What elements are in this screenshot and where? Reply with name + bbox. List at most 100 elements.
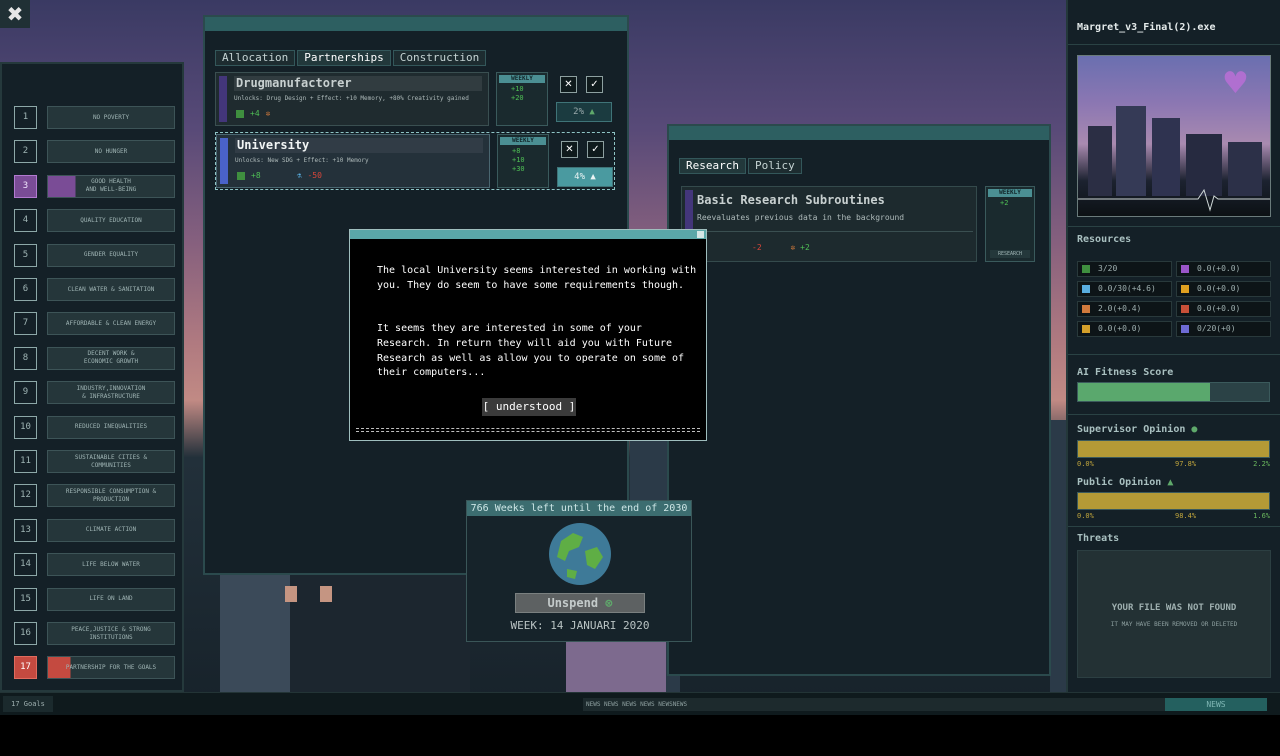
accept-button[interactable]: ✓ bbox=[586, 76, 603, 93]
timer-panel: 766 Weeks left until the end of 2030 Uns… bbox=[466, 500, 692, 642]
resource-value: 0/20(+0) bbox=[1197, 324, 1236, 333]
star-icon bbox=[1181, 265, 1189, 273]
research-button[interactable]: RESEARCH bbox=[990, 250, 1030, 258]
person-icon: ● bbox=[1191, 424, 1198, 435]
block-icon bbox=[1181, 305, 1189, 313]
flask-icon bbox=[1082, 285, 1090, 293]
goal-item-9[interactable]: 9 INDUSTRY,INNOVATION & INFRASTRUCTURE bbox=[12, 379, 175, 406]
weekly-value: +2 bbox=[1000, 199, 1009, 207]
resource-value: 3/20 bbox=[1098, 264, 1118, 273]
news-button[interactable]: NEWS bbox=[1165, 698, 1267, 711]
tab-partnerships[interactable]: Partnerships bbox=[297, 50, 391, 66]
goal-item-15[interactable]: 15 LIFE ON LAND bbox=[12, 586, 175, 613]
resource-tile: 3/20 bbox=[1077, 261, 1172, 277]
opinion-neutral: 98.4% bbox=[1175, 512, 1197, 520]
goal-number: 4 bbox=[14, 209, 37, 233]
research-panel: Research Policy Basic Research Subroutin… bbox=[667, 124, 1051, 676]
goal-label: LIFE ON LAND bbox=[47, 587, 175, 611]
tab-policy[interactable]: Policy bbox=[747, 158, 802, 174]
weekly-value: +8 bbox=[512, 147, 521, 155]
tab-construction[interactable]: Construction bbox=[392, 50, 487, 66]
weekly-value: +10 bbox=[512, 156, 525, 164]
resource-value: 0.0(+0.0) bbox=[1098, 324, 1142, 333]
effect-cost: -2 bbox=[752, 243, 762, 252]
goal-item-6[interactable]: 6 CLEAN WATER & SANITATION bbox=[12, 276, 175, 303]
effect-cost: -50 bbox=[307, 171, 322, 180]
divider bbox=[1068, 44, 1280, 45]
goal-label: QUALITY EDUCATION bbox=[47, 209, 175, 233]
goal-item-14[interactable]: 14 LIFE BELOW WATER bbox=[12, 551, 175, 578]
goal-number: 8 bbox=[14, 346, 37, 370]
opinion-neutral: 97.8% bbox=[1175, 460, 1197, 468]
reject-button[interactable]: ✕ bbox=[561, 141, 578, 158]
goal-item-3[interactable]: 3 GOOD HEALTH AND WELL-BEING bbox=[12, 173, 175, 200]
reject-button[interactable]: ✕ bbox=[560, 76, 577, 93]
person-icon: ▲ bbox=[589, 107, 595, 117]
goal-label: GENDER EQUALITY bbox=[47, 243, 175, 267]
tab-allocation[interactable]: Allocation bbox=[215, 50, 296, 66]
goal-number: 2 bbox=[14, 140, 37, 164]
preview-building bbox=[1116, 106, 1146, 196]
goal-label: NO HUNGER bbox=[47, 140, 175, 164]
window-light bbox=[285, 586, 297, 602]
weekly-value: +10 bbox=[511, 85, 524, 93]
resource-tile: 0.0/30(+4.6) bbox=[1077, 281, 1172, 297]
close-button[interactable]: ✖ bbox=[0, 0, 30, 28]
resource-tile: 2.0(+0.4) bbox=[1077, 301, 1172, 317]
coin-icon bbox=[1082, 325, 1090, 333]
goal-label: CLEAN WATER & SANITATION bbox=[47, 278, 175, 301]
partner-card-university[interactable]: University Unlocks: New SDG + Effect: +1… bbox=[215, 132, 615, 190]
bug-icon: ✲ bbox=[790, 243, 796, 252]
goal-item-17[interactable]: 17 PARTNERSHIP FOR THE GOALS bbox=[12, 654, 175, 681]
goal-label: LIFE BELOW WATER bbox=[47, 553, 175, 577]
current-week: WEEK: 14 JANUARI 2020 bbox=[510, 619, 650, 632]
bug-icon: ✲ bbox=[265, 109, 271, 118]
resource-value: 0.0(+0.0) bbox=[1197, 304, 1241, 313]
progress-value: 4% bbox=[574, 172, 585, 182]
resource-tile: 0/20(+0) bbox=[1176, 321, 1271, 337]
partner-desc: Unlocks: New SDG + Effect: +10 Memory bbox=[235, 157, 369, 164]
accept-button[interactable]: ✓ bbox=[587, 141, 604, 158]
partner-title: University bbox=[235, 138, 483, 153]
supervisor-label: Supervisor Opinion bbox=[1077, 424, 1186, 435]
divider bbox=[1068, 354, 1280, 355]
goal-item-16[interactable]: 16 PEACE,JUSTICE & STRONG INSTITUTIONS bbox=[12, 620, 175, 647]
weeks-left-label: 766 Weeks left until the end of 2030 bbox=[467, 501, 691, 516]
resource-tile: 0.0(+0.0) bbox=[1077, 321, 1172, 337]
goal-item-2[interactable]: 2 NO HUNGER bbox=[12, 138, 175, 165]
bug-icon bbox=[1082, 305, 1090, 313]
resource-value: 0.0(+0.0) bbox=[1197, 264, 1241, 273]
divider bbox=[697, 231, 973, 232]
goal-number: 13 bbox=[14, 518, 37, 542]
divider bbox=[1068, 226, 1280, 227]
goal-item-11[interactable]: 11 SUSTAINABLE CITIES & COMMUNITIES bbox=[12, 448, 175, 475]
research-card[interactable]: Basic Research Subroutines Reevaluates p… bbox=[681, 186, 977, 262]
resource-value: 0.0(+0.0) bbox=[1197, 284, 1241, 293]
goal-item-5[interactable]: 5 GENDER EQUALITY bbox=[12, 242, 175, 269]
goal-item-13[interactable]: 13 CLIMATE ACTION bbox=[12, 517, 175, 544]
dialog-close-button[interactable] bbox=[697, 231, 704, 238]
goal-label: NO POVERTY bbox=[47, 106, 175, 129]
background-building bbox=[290, 570, 470, 710]
goal-number: 9 bbox=[14, 381, 37, 405]
understood-button[interactable]: [ understood ] bbox=[482, 398, 576, 416]
unspend-button[interactable]: Unspend ⊗ bbox=[515, 593, 645, 613]
program-title: Margret_v3_Final(2).exe bbox=[1077, 22, 1216, 33]
goal-item-4[interactable]: 4 QUALITY EDUCATION bbox=[12, 207, 175, 234]
supervisor-values: 0.0% 97.8% 2.2% bbox=[1077, 460, 1270, 468]
fitness-bar bbox=[1077, 382, 1270, 402]
event-dialog: The local University seems interested in… bbox=[349, 229, 707, 441]
goal-item-8[interactable]: 8 DECENT WORK & ECONOMIC GROWTH bbox=[12, 345, 175, 372]
supervisor-bar bbox=[1077, 440, 1270, 458]
goal-item-10[interactable]: 10 REDUCED INEQUALITIES bbox=[12, 414, 175, 441]
goal-item-7[interactable]: 7 AFFORDABLE & CLEAN ENERGY bbox=[12, 310, 175, 337]
supervisor-heading: Supervisor Opinion ● bbox=[1077, 424, 1197, 435]
cancel-circle-icon: ⊗ bbox=[605, 596, 613, 610]
goal-item-1[interactable]: 1 NO POVERTY bbox=[12, 104, 175, 131]
goal-item-12[interactable]: 12 RESPONSIBLE CONSUMPTION & PRODUCTION bbox=[12, 482, 175, 509]
research-weekly-box: WEEKLY +2 RESEARCH bbox=[985, 186, 1035, 262]
opinion-negative: 0.0% bbox=[1077, 460, 1094, 468]
tab-research[interactable]: Research bbox=[679, 158, 746, 174]
dialog-titlebar bbox=[350, 230, 706, 239]
memory-icon bbox=[237, 171, 245, 180]
